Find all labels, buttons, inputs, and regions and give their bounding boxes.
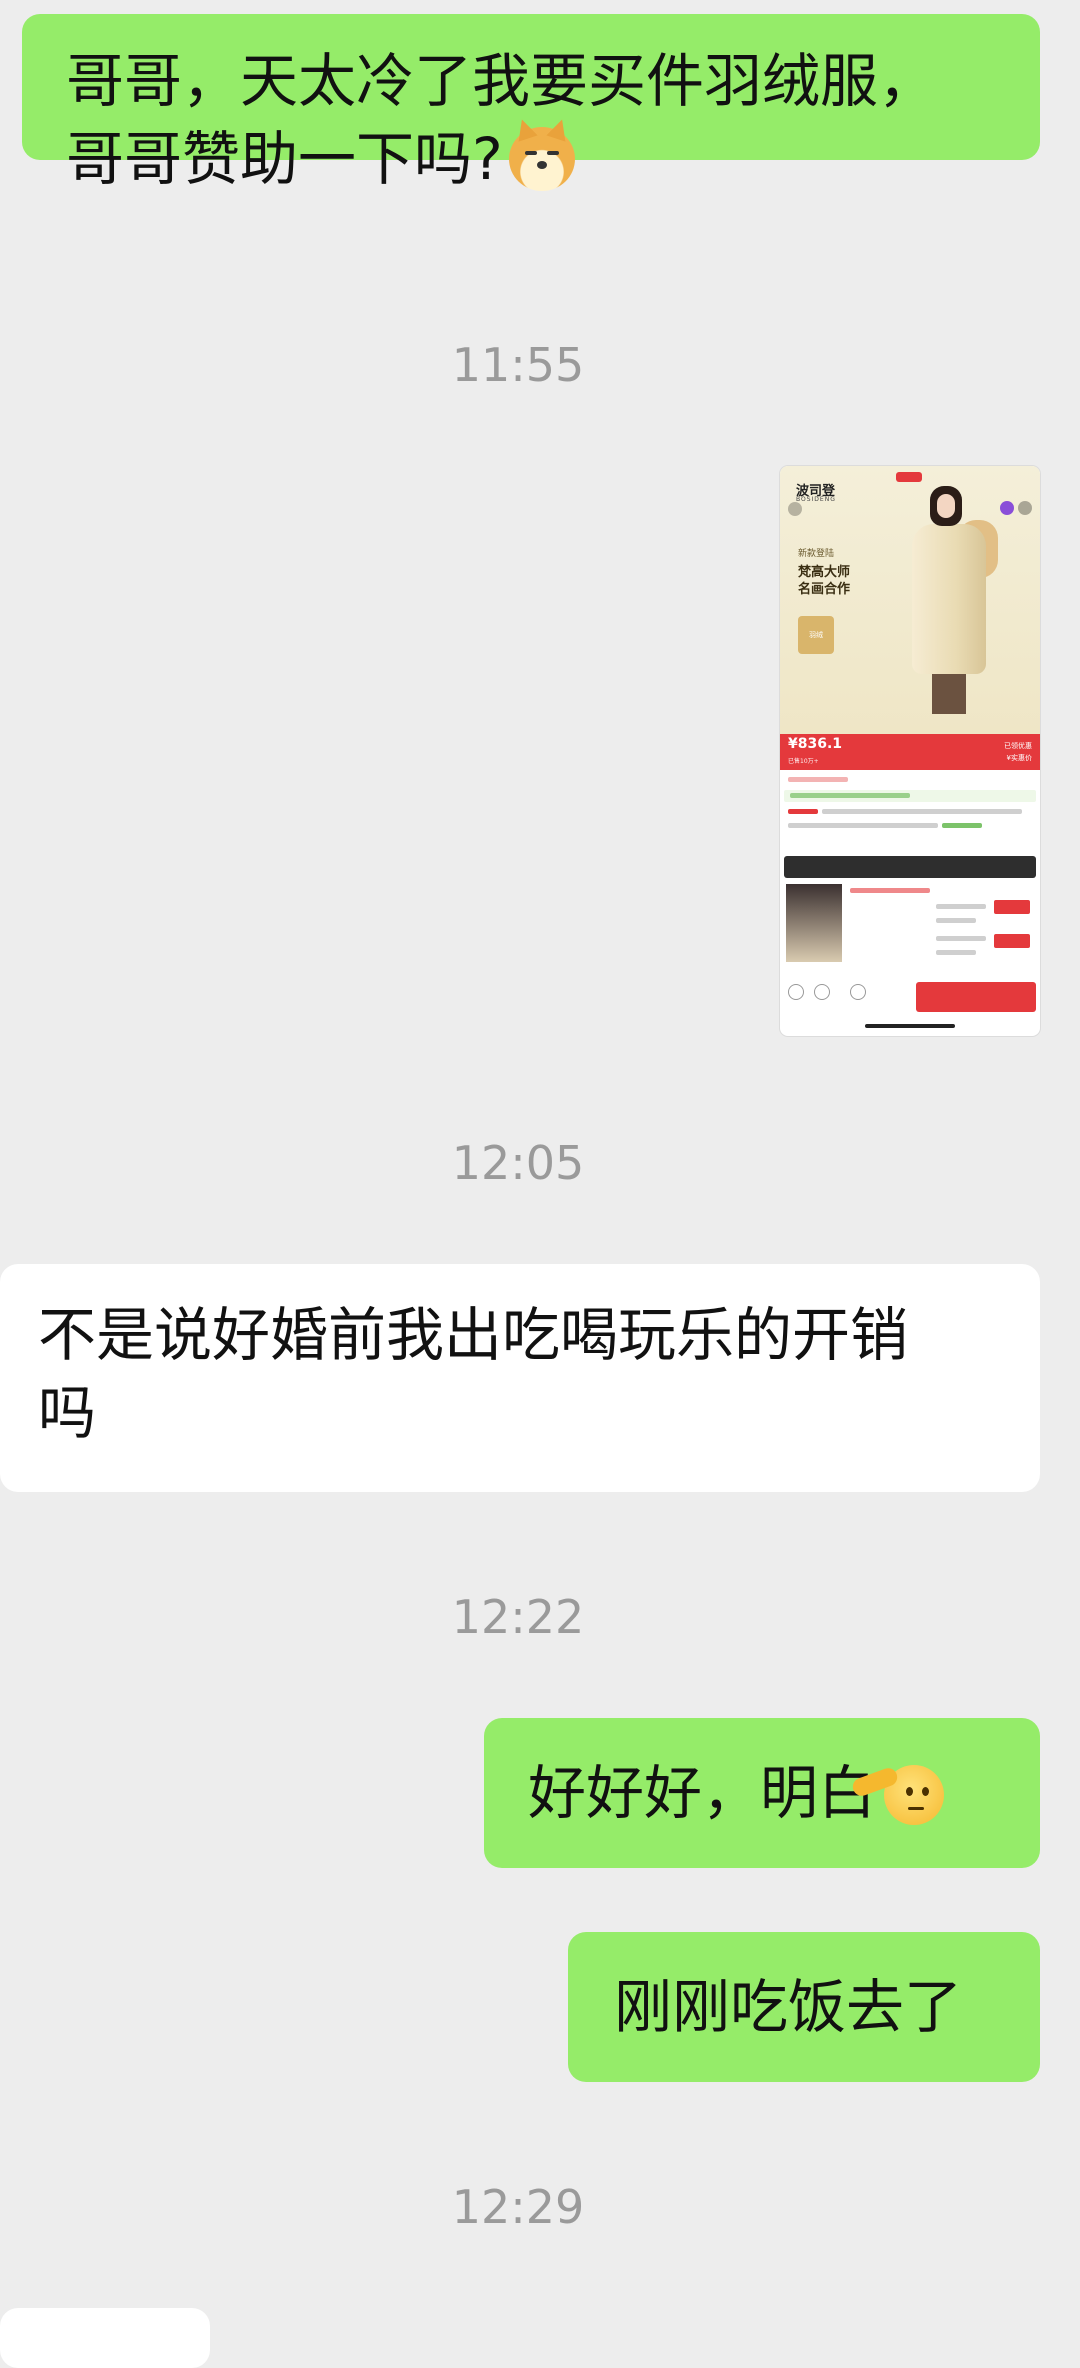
headline-line: 梵高大师 [798, 565, 851, 580]
message-text: 好好好，明白 [528, 1759, 877, 1827]
sent-message-bubble[interactable]: 哥哥，天太冷了我要买件羽绒服， 哥哥赞助一下吗? [22, 14, 1040, 193]
chat-timestamp: 12:05 [451, 1136, 585, 1190]
buy-button [916, 982, 1036, 1012]
chat-timestamp: 12:22 [451, 1590, 585, 1644]
product-subtag: 新款登陆 [798, 549, 835, 559]
home-indicator [865, 1024, 955, 1028]
avatar-icon [1000, 501, 1014, 515]
bottom-action-bar [780, 978, 1040, 1018]
brand-subtitle: BOSIDENG [796, 496, 836, 503]
received-message-bubble-partial[interactable] [0, 2308, 210, 2368]
received-message-bubble[interactable]: 不是说好婚前我出吃喝玩乐的开销 吗 [0, 1264, 1040, 1492]
message-text-line: 哥哥赞助一下吗? [66, 120, 1040, 198]
sent-message-bubble[interactable]: 刚刚吃饭去了 [568, 1932, 1040, 2082]
title-row [784, 806, 1036, 818]
shipping-row [784, 790, 1036, 802]
coupon-row [784, 774, 1036, 786]
chat-timestamp: 11:55 [451, 338, 585, 392]
headline-line: 名画合作 [798, 582, 851, 597]
message-text-line: 吗 [38, 1379, 97, 1447]
deal-label: ¥实惠价 [1006, 754, 1032, 762]
title-row-2 [784, 820, 1036, 832]
back-icon [788, 502, 802, 516]
shared-screenshot-image[interactable]: 波司登 BOSIDENG 新款登陆 梵高大师 名画合作 羽绒 ¥836.1 已售… [780, 466, 1040, 1036]
price-bar-right: 已领优惠 ¥实惠价 [1004, 740, 1032, 764]
chat-timestamp: 12:29 [451, 2180, 585, 2234]
message-text: 刚刚吃饭去了 [614, 1973, 963, 2041]
product-badge: 羽绒 [798, 616, 834, 654]
brand-banner [784, 856, 1036, 878]
product-headline: 梵高大师 名画合作 [798, 564, 850, 598]
model-figure [888, 476, 1008, 726]
discount-label: 已领优惠 [1004, 742, 1032, 750]
product-price: ¥836.1 [788, 736, 843, 752]
live-section [846, 884, 1034, 966]
message-text: 哥哥赞助一下吗? [66, 125, 503, 193]
live-thumbnail [786, 884, 842, 962]
sales-count: 已售10万+ [788, 758, 819, 765]
message-text-line: 哥哥，天太冷了我要买件羽绒服， [66, 47, 937, 115]
sent-message-bubble[interactable]: 好好好，明白 [484, 1718, 1040, 1868]
price-bar: ¥836.1 已售10万+ 已领优惠 ¥实惠价 [780, 734, 1040, 770]
more-icon [1018, 501, 1032, 515]
top-action-icons [996, 500, 1032, 519]
salute-face-emoji-icon [850, 1764, 945, 1825]
message-text-line: 不是说好婚前我出吃喝玩乐的开销 [38, 1301, 909, 1369]
shiba-dog-emoji-icon [508, 126, 575, 191]
